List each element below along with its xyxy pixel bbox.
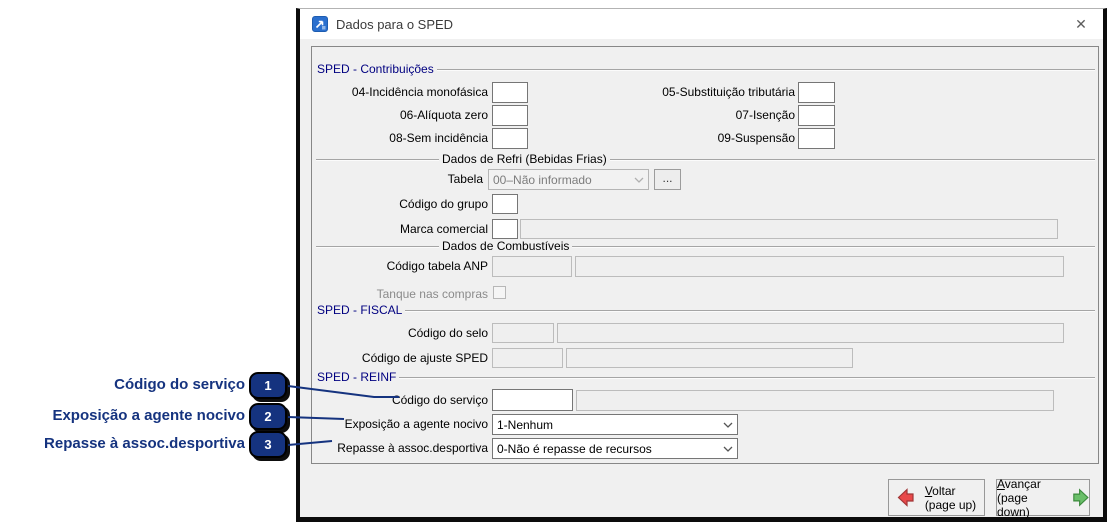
chevron-down-icon — [630, 177, 648, 183]
voltar-button-label: Voltar — [925, 484, 976, 498]
section-title-refri: Dados de Refri (Bebidas Frias) — [439, 152, 610, 166]
avancar-button-sublabel: (page down) — [997, 491, 1062, 519]
avancar-button-label: Avançar — [997, 477, 1062, 491]
label-codigo-do-servico: Código do serviço — [312, 393, 488, 408]
input-codigo-tabela-anp — [492, 256, 572, 277]
tabela-dropdown-value: 00–Não informado — [493, 173, 630, 187]
label-codigo-tabela-anp: Código tabela ANP — [312, 259, 488, 274]
input-codigo-do-selo-descricao — [557, 323, 1064, 343]
dialog-title: Dados para o SPED — [336, 17, 453, 32]
exposicao-dropdown-value: 1-Nenhum — [497, 418, 719, 432]
input-08-sem-incidencia[interactable] — [492, 128, 528, 149]
close-icon[interactable]: ✕ — [1065, 9, 1097, 39]
input-codigo-do-grupo[interactable] — [492, 194, 518, 214]
input-codigo-do-servico[interactable] — [492, 389, 573, 411]
sped-dialog: Dados para o SPED ✕ SPED - Contribuições… — [296, 8, 1107, 522]
annotation-label-2: Exposição a agente nocivo — [0, 407, 245, 424]
arrow-right-icon — [1068, 488, 1089, 507]
input-05-substituicao-tributaria[interactable] — [798, 82, 835, 103]
app-icon — [312, 16, 328, 32]
label-codigo-do-grupo: Código do grupo — [312, 197, 488, 212]
chevron-down-icon — [719, 422, 737, 428]
annotation-label-1: Código do serviço — [0, 376, 245, 393]
arrow-left-icon — [897, 488, 919, 507]
voltar-button-sublabel: (page up) — [925, 498, 976, 512]
tabela-dropdown: 00–Não informado — [488, 169, 649, 190]
input-09-suspensao[interactable] — [798, 128, 835, 149]
annotation-badge-2: 2 — [249, 403, 287, 430]
section-divider — [316, 377, 1095, 378]
section-divider — [316, 246, 1095, 247]
label-exposicao-agente-nocivo: Exposição a agente nocivo — [312, 417, 488, 432]
input-codigo-de-ajuste-sped-descricao — [566, 348, 853, 368]
label-08-sem-incidencia: 08-Sem incidência — [312, 131, 488, 146]
label-06-aliquota-zero: 06-Alíquota zero — [312, 108, 488, 123]
input-codigo-do-selo — [492, 323, 554, 343]
section-title-contribuicoes: SPED - Contribuições — [314, 62, 437, 76]
tanque-nas-compras-checkbox — [493, 286, 506, 299]
label-tabela: Tabela — [312, 172, 483, 187]
annotation-badge-1: 1 — [249, 372, 287, 399]
section-title-reinf: SPED - REINF — [314, 370, 399, 384]
section-divider — [316, 159, 1095, 160]
label-07-isencao: 07-Isenção — [609, 108, 795, 123]
annotation-label-3: Repasse à assoc.desportiva — [0, 435, 245, 452]
input-codigo-de-ajuste-sped — [492, 348, 563, 368]
label-09-suspensao: 09-Suspensão — [609, 131, 795, 146]
label-marca-comercial: Marca comercial — [312, 222, 488, 237]
input-codigo-do-servico-descricao — [576, 390, 1054, 411]
screenshot-canvas: Dados para o SPED ✕ SPED - Contribuições… — [0, 0, 1109, 530]
input-marca-comercial-descricao — [520, 219, 1058, 239]
section-title-fiscal: SPED - FISCAL — [314, 303, 405, 317]
section-title-combustiveis: Dados de Combustíveis — [439, 239, 572, 253]
chevron-down-icon — [719, 446, 737, 452]
label-05-substituicao-tributaria: 05-Substituição tributária — [609, 85, 795, 100]
input-06-aliquota-zero[interactable] — [492, 105, 528, 126]
exposicao-agente-nocivo-dropdown[interactable]: 1-Nenhum — [492, 414, 738, 435]
input-07-isencao[interactable] — [798, 105, 835, 126]
repasse-dropdown-value: 0-Não é repasse de recursos — [497, 442, 719, 456]
title-bar[interactable]: Dados para o SPED ✕ — [300, 9, 1103, 39]
label-codigo-do-selo: Código do selo — [312, 326, 488, 341]
form-panel: SPED - Contribuições 04-Incidência monof… — [311, 46, 1099, 464]
input-04-incidencia-monofasica[interactable] — [492, 82, 528, 103]
label-codigo-de-ajuste-sped: Código de ajuste SPED — [312, 351, 488, 366]
label-tanque-nas-compras: Tanque nas compras — [312, 287, 488, 302]
label-repasse-assoc-desportiva: Repasse à assoc.desportiva — [312, 441, 488, 456]
label-04-incidencia-monofasica: 04-Incidência monofásica — [312, 85, 488, 100]
annotation-badge-3: 3 — [249, 431, 287, 458]
input-marca-comercial-codigo[interactable] — [492, 219, 518, 239]
browse-ellipsis-button[interactable]: ... — [654, 169, 681, 190]
input-codigo-tabela-anp-descricao — [575, 256, 1064, 277]
avancar-button[interactable]: Avançar (page down) — [996, 479, 1090, 516]
section-divider — [316, 310, 1095, 311]
repasse-assoc-desportiva-dropdown[interactable]: 0-Não é repasse de recursos — [492, 438, 738, 459]
voltar-button[interactable]: Voltar (page up) — [888, 479, 985, 516]
